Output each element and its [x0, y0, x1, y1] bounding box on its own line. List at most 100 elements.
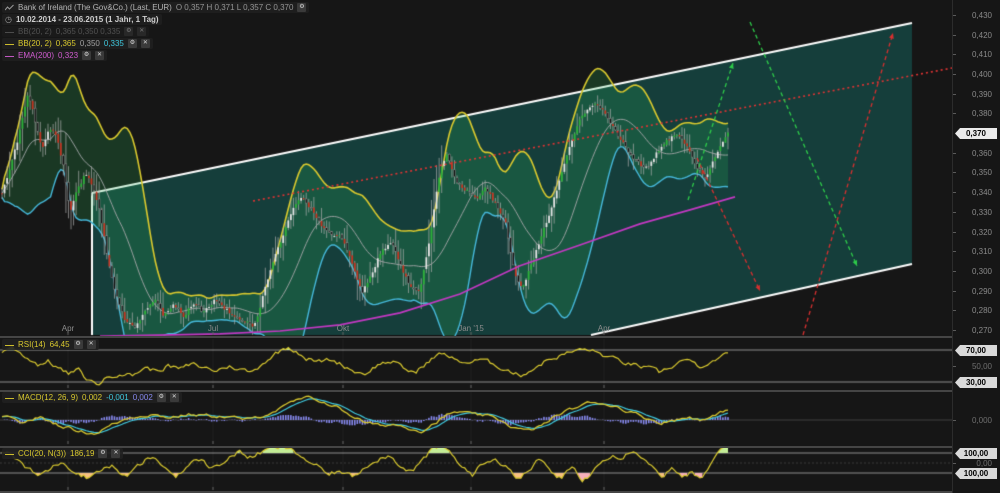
indicator-settings-button[interactable]: ⚙ [157, 393, 166, 402]
axis-tick-mark [953, 271, 956, 272]
indicator-settings-button[interactable]: ⚙ [124, 27, 133, 36]
y-axis-tick: 0,270 [972, 326, 992, 335]
cci-panel-header: — CCI(20, N(3)) 186,19 ⚙ ✕ [2, 448, 123, 459]
charting-app: 0,430 0,420 0,410 0,400 0,390 0,380 0,360 0,350… [0, 0, 1000, 493]
indicator-settings-button[interactable]: ⚙ [128, 39, 137, 48]
macd-label: MACD(12, 26, 9) [18, 393, 78, 402]
axis-tick-mark [953, 212, 956, 213]
macd-hist-value: 0,002 [133, 393, 153, 402]
y-axis-tick: 0,430 [972, 11, 992, 20]
threshold-tag: 70,00 [955, 345, 997, 356]
axis-tick-mark [953, 291, 956, 292]
y-axis-tick: 0,340 [972, 188, 992, 197]
axis-tick-mark [953, 153, 956, 154]
macd-panel-header: — MACD(12, 26, 9) 0,002 -0,001 0,002 ⚙ ✕ [2, 392, 182, 403]
y-axis-tick: 0,380 [972, 109, 992, 118]
cci-label: CCI(20, N(3)) [18, 449, 66, 458]
indicator-label: EMA(200) [18, 51, 54, 60]
x-axis-label: Jul [208, 324, 218, 333]
indicator-close-button[interactable]: ✕ [137, 27, 146, 36]
date-range: 10.02.2014 - 23.06.2015 (1 Jahr, 1 Tag) [16, 15, 159, 24]
legend-bb-disabled-row: — BB(20, 2) 0,365 0,350 0,335 ⚙ ✕ [2, 26, 149, 37]
instrument-title: Bank of Ireland (The Gov&Co.) (Last, EUR… [18, 3, 172, 12]
indicator-values: 0,365 0,350 0,335 [56, 27, 121, 36]
axis-tick-mark [953, 366, 956, 367]
axis-tick-mark [953, 15, 956, 16]
y-axis-tick: 0,300 [972, 267, 992, 276]
axis-tick-mark [953, 330, 956, 331]
clock-icon: ◷ [5, 15, 12, 24]
rsi-label: RSI(14) [18, 340, 46, 349]
axis-tick-mark [953, 113, 956, 114]
price-axis[interactable]: 0,430 0,420 0,410 0,400 0,390 0,380 0,360 0,350… [952, 0, 1000, 493]
threshold-tag: 30,00 [955, 377, 997, 388]
indicator-close-button[interactable]: ✕ [111, 449, 120, 458]
indicator-settings-button[interactable]: ⚙ [82, 51, 91, 60]
legend-block: Bank of Ireland (The Gov&Co.) (Last, EUR… [2, 2, 309, 62]
axis-tick-mark [953, 192, 956, 193]
axis-tick-mark [953, 251, 956, 252]
series-color-dash: — [5, 341, 14, 349]
macd-signal-value: -0,001 [106, 393, 129, 402]
x-axis-label: Okt [337, 324, 349, 333]
y-axis-tick: 0,350 [972, 168, 992, 177]
line-chart-icon [5, 4, 14, 12]
series-color-dash: — [5, 450, 14, 458]
axis-tick-mark [953, 35, 956, 36]
bb-lower-value: 0,335 [104, 39, 124, 48]
indicator-close-button[interactable]: ✕ [170, 393, 179, 402]
axis-tick-mark [953, 94, 956, 95]
y-axis-tick: 0,390 [972, 90, 992, 99]
legend-ema-row: — EMA(200) 0,323 ⚙ ✕ [2, 50, 107, 61]
y-axis-tick: 0,320 [972, 228, 992, 237]
indicator-settings-button[interactable]: ⚙ [98, 449, 107, 458]
indicator-close-button[interactable]: ✕ [87, 340, 96, 349]
series-color-dash: — [5, 40, 14, 48]
y-axis-tick: 0,290 [972, 287, 992, 296]
y-axis-tick: 0,400 [972, 70, 992, 79]
cci-value: 186,19 [70, 449, 94, 458]
x-axis-label: Apr [598, 324, 610, 333]
x-axis-label: Apr [62, 324, 74, 333]
y-axis-tick: 0,330 [972, 208, 992, 217]
y-axis-tick: 0,360 [972, 149, 992, 158]
panel-resize-handle-cci[interactable] [0, 446, 1000, 448]
rsi-panel-header: — RSI(14) 64,45 ⚙ ✕ [2, 339, 99, 350]
chart-canvas[interactable] [0, 0, 952, 493]
indicator-close-button[interactable]: ✕ [141, 39, 150, 48]
axis-tick-mark [953, 420, 956, 421]
x-axis-label: Jan '15 [458, 324, 484, 333]
y-axis-tick: 0,420 [972, 31, 992, 40]
y-axis-tick: 50,00 [972, 362, 992, 371]
indicator-label: BB(20, 2) [18, 27, 52, 36]
y-axis-tick: 0,310 [972, 247, 992, 256]
indicator-close-button[interactable]: ✕ [95, 51, 104, 60]
ema-value: 0,323 [58, 51, 78, 60]
axis-tick-mark [953, 74, 956, 75]
series-color-dash: — [5, 394, 14, 402]
rsi-value: 64,45 [50, 340, 70, 349]
y-axis-tick: 0,000 [972, 416, 992, 425]
axis-tick-mark [953, 463, 956, 464]
chart-settings-button[interactable]: ⚙ [297, 3, 306, 12]
bb-upper-value: 0,365 [56, 39, 76, 48]
date-range-row: ◷ 10.02.2014 - 23.06.2015 (1 Jahr, 1 Tag… [2, 14, 162, 25]
bb-mid-value: 0,350 [80, 39, 100, 48]
last-price-tag: 0,370 [955, 128, 997, 139]
y-axis-tick: 0,00 [976, 459, 992, 468]
indicator-label: BB(20, 2) [18, 39, 52, 48]
ohlc-values: O 0,357 H 0,371 L 0,357 C 0,370 [176, 3, 294, 12]
axis-tick-mark [953, 232, 956, 233]
threshold-tag: 100,00 [955, 468, 997, 479]
panel-resize-handle-rsi[interactable] [0, 336, 1000, 338]
y-axis-tick: 0,410 [972, 50, 992, 59]
series-color-dash: — [5, 52, 14, 60]
axis-tick-mark [953, 310, 956, 311]
series-color-dash: — [5, 28, 14, 36]
y-axis-tick: 0,280 [972, 306, 992, 315]
axis-tick-mark [953, 172, 956, 173]
legend-bb-row: — BB(20, 2) 0,365 0,350 0,335 ⚙ ✕ [2, 38, 153, 49]
indicator-settings-button[interactable]: ⚙ [74, 340, 83, 349]
macd-value: 0,002 [82, 393, 102, 402]
axis-tick-mark [953, 54, 956, 55]
